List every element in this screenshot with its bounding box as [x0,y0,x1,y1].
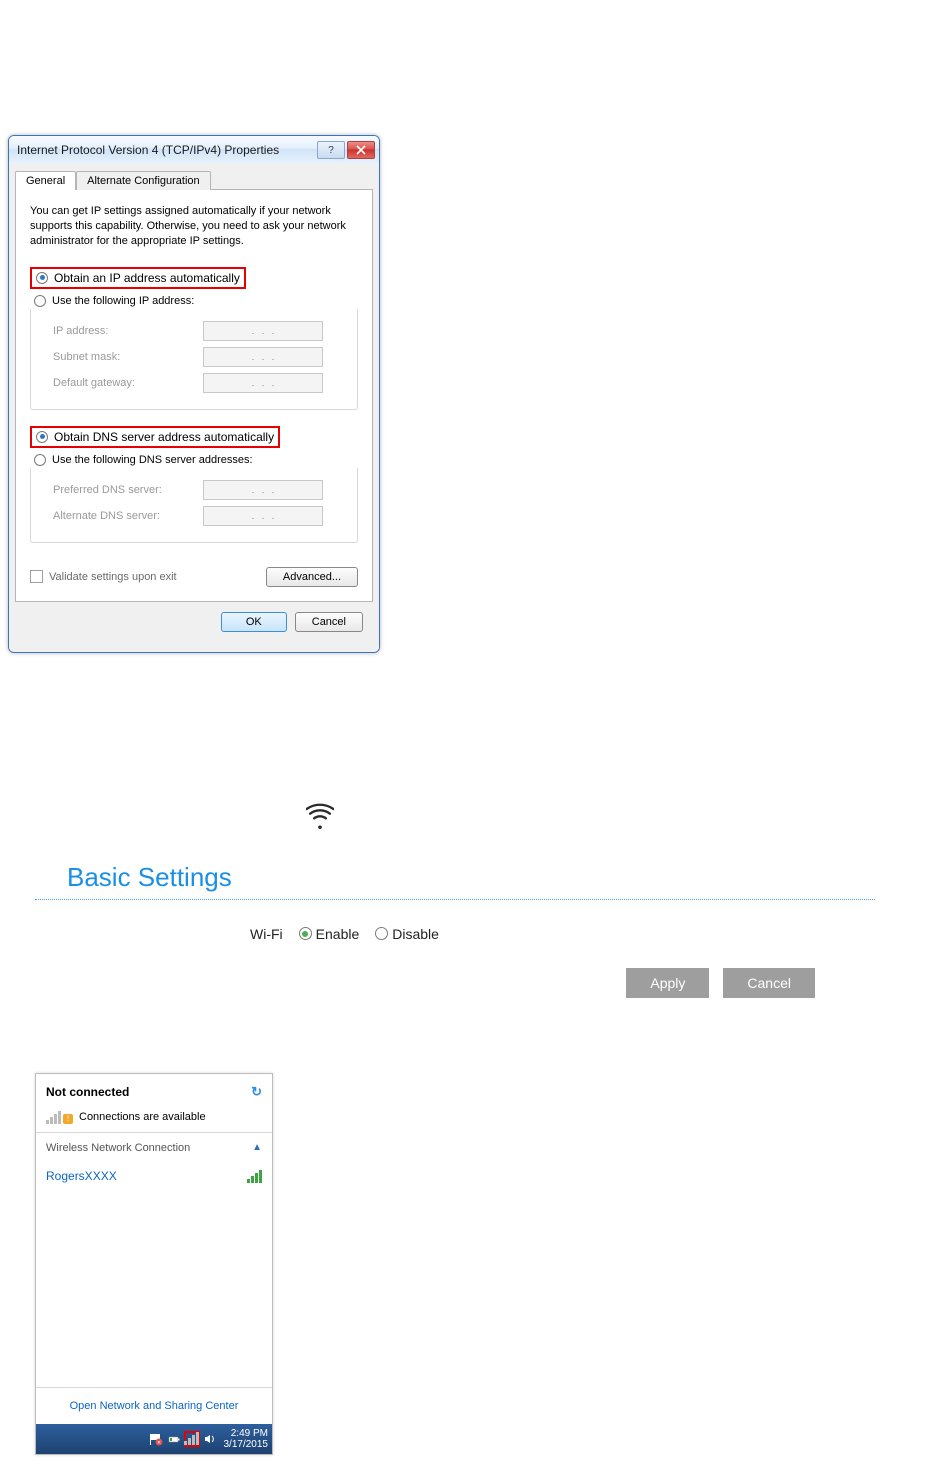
warning-badge-icon: ! [63,1114,73,1124]
chevron-up-icon[interactable]: ▲ [252,1142,262,1153]
preferred-dns-input: . . . [203,480,323,500]
cancel-button[interactable]: Cancel [295,612,363,632]
signal-icon [46,1110,61,1124]
tray-time-text: 2:49 PM [224,1428,269,1439]
ip-auto-highlight: Obtain an IP address automatically [30,267,246,289]
ip-address-label: IP address: [53,325,203,337]
wifi-icon [295,803,345,832]
connection-status: Not connected [46,1085,129,1099]
tcpip-properties-dialog: Internet Protocol Version 4 (TCP/IPv4) P… [8,135,380,653]
close-icon [356,145,366,155]
tray-date-text: 3/17/2015 [224,1439,269,1450]
window-title: Internet Protocol Version 4 (TCP/IPv4) P… [17,143,317,157]
radio-dns-manual[interactable] [34,454,46,466]
radio-dns-manual-label: Use the following DNS server addresses: [52,454,253,466]
dotted-divider [35,899,875,900]
tray-network-icon[interactable] [184,1431,200,1447]
basic-settings-title: Basic Settings [67,862,875,893]
advanced-button[interactable]: Advanced... [266,567,358,587]
validate-checkbox-label: Validate settings upon exit [49,571,177,583]
radio-dns-auto-label: Obtain DNS server address automatically [54,430,274,444]
open-network-center-link[interactable]: Open Network and Sharing Center [36,1387,272,1424]
connections-available-text: Connections are available [79,1111,206,1123]
titlebar[interactable]: Internet Protocol Version 4 (TCP/IPv4) P… [9,136,379,164]
radio-ip-auto-label: Obtain an IP address automatically [54,271,240,285]
apply-button[interactable]: Apply [626,968,709,998]
radio-enable-label: Enable [316,926,360,942]
radio-ip-manual-label: Use the following IP address: [52,295,194,307]
network-item[interactable]: RogersXXXX [36,1163,272,1189]
refresh-icon[interactable]: ↻ [251,1084,262,1100]
default-gateway-label: Default gateway: [53,377,203,389]
tab-general[interactable]: General [15,171,76,190]
subnet-mask-input: . . . [203,347,323,367]
preferred-dns-label: Preferred DNS server: [53,484,203,496]
tab-content: You can get IP settings assigned automat… [15,189,373,602]
radio-disable-label: Disable [392,926,439,942]
info-text: You can get IP settings assigned automat… [30,204,358,249]
tray-flag-icon[interactable]: ✕ [148,1431,164,1447]
ip-address-input: . . . [203,321,323,341]
ip-fields-group: IP address: . . . Subnet mask: . . . Def… [30,309,358,410]
radio-dns-auto[interactable] [36,431,48,443]
validate-checkbox[interactable] [30,570,43,583]
close-button[interactable] [347,141,375,159]
radio-ip-manual[interactable] [34,295,46,307]
tab-alternate-config[interactable]: Alternate Configuration [76,171,211,190]
network-name: RogersXXXX [46,1169,117,1183]
signal-strength-icon [247,1169,262,1183]
network-list-empty-area [36,1189,272,1387]
tray-power-icon[interactable] [166,1431,182,1447]
taskbar-systray: ✕ 2:49 PM 3/17/2015 [36,1424,272,1454]
wireless-section-title: Wireless Network Connection [46,1142,190,1154]
radio-enable[interactable] [299,927,312,940]
dns-auto-highlight: Obtain DNS server address automatically [30,426,280,448]
default-gateway-input: . . . [203,373,323,393]
svg-text:✕: ✕ [156,1440,160,1446]
wifi-label: Wi-Fi [250,926,283,942]
tab-strip: General Alternate Configuration [15,171,373,190]
alternate-dns-input: . . . [203,506,323,526]
tray-clock[interactable]: 2:49 PM 3/17/2015 [224,1428,269,1450]
help-button[interactable]: ? [317,141,345,159]
basic-settings-panel: Basic Settings Wi-Fi Enable Disable Appl… [35,803,875,998]
dns-fields-group: Preferred DNS server: . . . Alternate DN… [30,468,358,543]
wireless-flyout: Not connected ↻ ! Connections are availa… [35,1073,273,1455]
ok-button[interactable]: OK [221,612,287,632]
tray-volume-icon[interactable] [202,1431,218,1447]
radio-ip-auto[interactable] [36,272,48,284]
cancel-button-basic[interactable]: Cancel [723,968,815,998]
alternate-dns-label: Alternate DNS server: [53,510,203,522]
radio-disable[interactable] [375,927,388,940]
subnet-mask-label: Subnet mask: [53,351,203,363]
